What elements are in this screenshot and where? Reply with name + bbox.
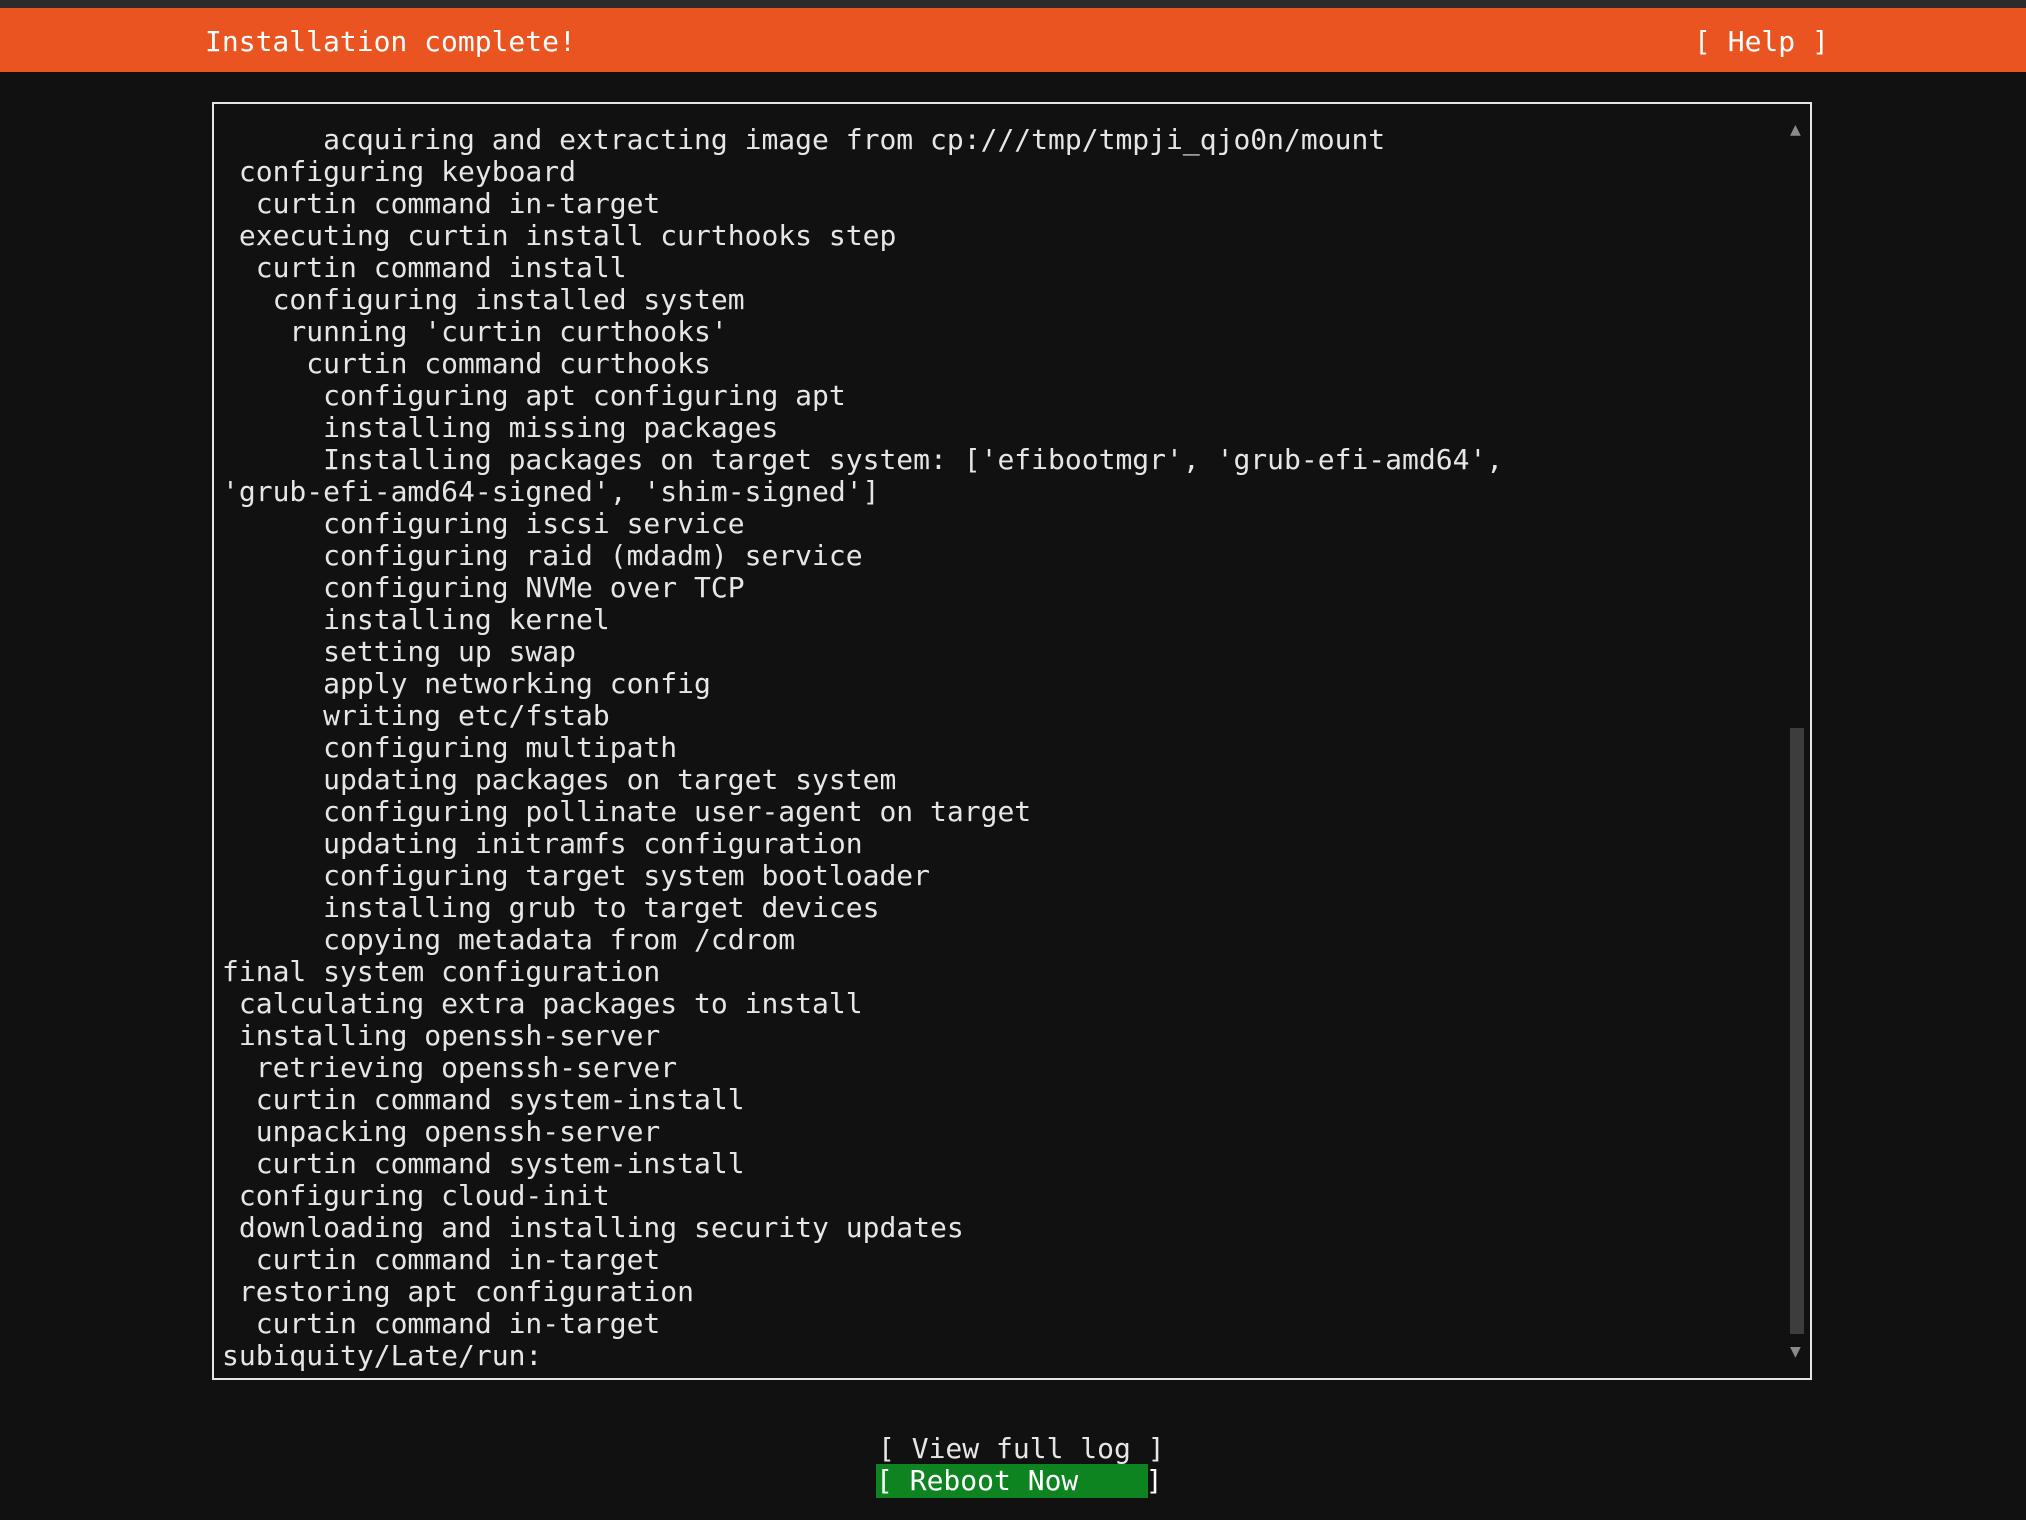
log-line: downloading and installing security upda… bbox=[222, 1211, 964, 1244]
scrollbar-thumb[interactable] bbox=[1790, 728, 1804, 1334]
log-line: writing etc/fstab bbox=[222, 699, 610, 732]
log-line: installing grub to target devices bbox=[222, 891, 880, 924]
header-bar: Installation complete! [ Help ] bbox=[0, 8, 2026, 72]
log-line: installing kernel bbox=[222, 603, 610, 636]
scroll-down-icon[interactable]: ▼ bbox=[1790, 1342, 1801, 1362]
log-line: 'grub-efi-amd64-signed', 'shim-signed'] bbox=[222, 475, 880, 508]
log-line: curtin command in-target bbox=[222, 187, 661, 220]
log-lines: acquiring and extracting image from cp:/… bbox=[222, 124, 1503, 1372]
log-line: unpacking openssh-server bbox=[222, 1115, 661, 1148]
log-line: curtin command curthooks bbox=[222, 347, 711, 380]
log-line: curtin command system-install bbox=[222, 1147, 745, 1180]
top-strip bbox=[0, 0, 2026, 8]
log-line: curtin command in-target bbox=[222, 1243, 661, 1276]
log-line: configuring apt configuring apt bbox=[222, 379, 846, 412]
log-line: Installing packages on target system: ['… bbox=[222, 443, 1504, 476]
log-line: configuring cloud-init bbox=[222, 1179, 610, 1212]
log-line: installing missing packages bbox=[222, 411, 779, 444]
log-line: copying metadata from /cdrom bbox=[222, 923, 796, 956]
log-line: configuring target system bootloader bbox=[222, 859, 931, 892]
scroll-up-icon[interactable]: ▲ bbox=[1790, 120, 1801, 140]
view-full-log-button[interactable]: [ View full log ] bbox=[878, 1432, 1165, 1466]
log-line: configuring keyboard bbox=[222, 155, 577, 188]
help-button[interactable]: [ Help ] bbox=[1694, 26, 1829, 58]
log-line: running 'curtin curthooks' bbox=[222, 315, 728, 348]
log-line: retrieving openssh-server bbox=[222, 1051, 678, 1084]
log-line: calculating extra packages to install bbox=[222, 987, 863, 1020]
log-line: installing openssh-server bbox=[222, 1019, 661, 1052]
log-line: configuring raid (mdadm) service bbox=[222, 539, 863, 572]
log-line: configuring multipath bbox=[222, 731, 678, 764]
reboot-now-button[interactable]: [ Reboot Now ] bbox=[876, 1464, 1163, 1498]
log-line: curtin command install bbox=[222, 251, 627, 284]
log-line: updating packages on target system bbox=[222, 763, 897, 796]
log-line: curtin command system-install bbox=[222, 1083, 745, 1116]
log-line: configuring installed system bbox=[222, 283, 745, 316]
log-line: restoring apt configuration bbox=[222, 1275, 695, 1308]
log-line: acquiring and extracting image from cp:/… bbox=[222, 123, 1386, 156]
log-line: configuring pollinate user-agent on targ… bbox=[222, 795, 1032, 828]
page-title: Installation complete! bbox=[205, 25, 576, 58]
log-line: updating initramfs configuration bbox=[222, 827, 863, 860]
log-line: configuring NVMe over TCP bbox=[222, 571, 745, 604]
log-line: apply networking config bbox=[222, 667, 711, 700]
log-line: executing curtin install curthooks step bbox=[222, 219, 897, 252]
log-line: setting up swap bbox=[222, 635, 577, 668]
log-line: final system configuration bbox=[222, 955, 661, 988]
log-line: configuring iscsi service bbox=[222, 507, 745, 540]
log-line: subiquity/Late/run: bbox=[222, 1339, 543, 1372]
install-log-panel[interactable]: acquiring and extracting image from cp:/… bbox=[212, 102, 1812, 1380]
log-line: curtin command in-target bbox=[222, 1307, 661, 1340]
